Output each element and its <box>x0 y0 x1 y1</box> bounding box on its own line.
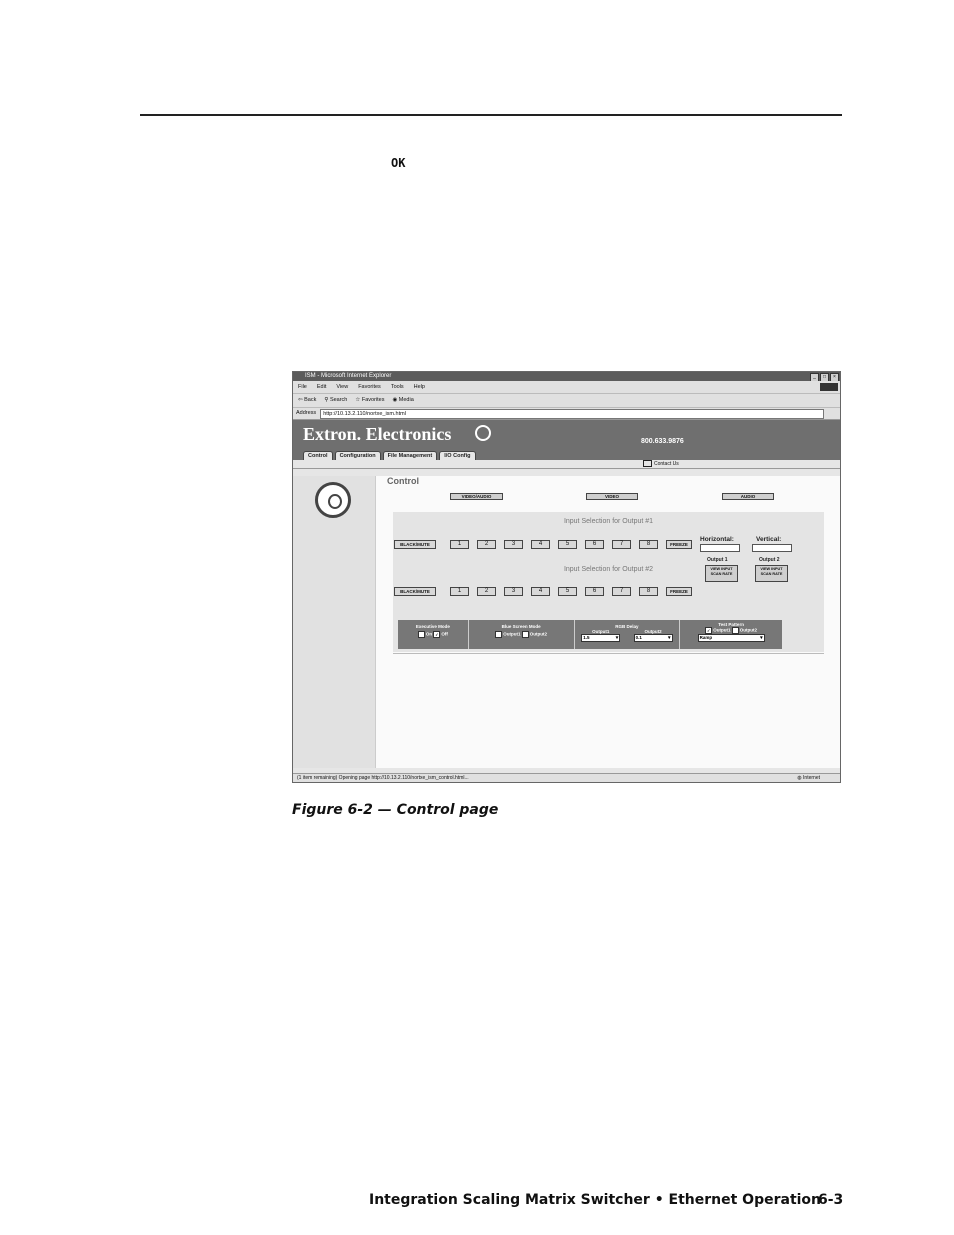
input-1-out2[interactable]: 1 <box>450 587 469 596</box>
tab-control[interactable]: Control <box>303 451 333 460</box>
pattern-out1-label: Output1 <box>713 627 731 633</box>
pattern-out2-label: Output2 <box>739 627 757 633</box>
input-5-out2[interactable]: 5 <box>558 587 577 596</box>
menu-favorites[interactable]: Favorites <box>358 381 381 393</box>
executive-mode-cell: Executive Mode On ✓ Off <box>398 620 469 649</box>
blackmute-button-2[interactable]: BLACK/MUTE <box>394 587 436 596</box>
audio-button[interactable]: AUDIO <box>722 493 774 500</box>
menu-file[interactable]: File <box>298 381 307 393</box>
tab-configuration[interactable]: Configuration <box>334 451 381 460</box>
envelope-icon <box>643 460 652 468</box>
blue-out2-label: Output2 <box>529 631 548 637</box>
vertical-field[interactable] <box>752 544 792 552</box>
freeze-button-2[interactable]: FREEZE <box>666 587 692 596</box>
site-header: Extron. Electronics 800.633.9876 Control… <box>293 420 840 460</box>
content-divider <box>393 653 824 654</box>
figure-caption: Figure 6-2 — Control page <box>292 802 499 818</box>
exec-on-label: On <box>425 631 433 637</box>
seal-logo-icon <box>315 482 351 518</box>
control-content: Control VIDEO/AUDIO VIDEO AUDIO Input Se… <box>376 476 840 768</box>
sub-bar: Contact Us <box>293 460 840 469</box>
page-number: 6-3 <box>818 1192 844 1208</box>
blue-out1-checkbox[interactable] <box>495 631 503 638</box>
input-2-out2[interactable]: 2 <box>477 587 496 596</box>
output1-label: Output 1 <box>707 557 728 563</box>
browser-titlebar: ISM - Microsoft Internet Explorer _ □ × <box>293 372 840 382</box>
output2-title: Input Selection for Output #2 <box>563 566 654 573</box>
test-pattern-select[interactable]: Ramp <box>697 634 765 642</box>
favorites-button[interactable]: ☆ Favorites <box>355 394 384 407</box>
browser-screenshot: ISM - Microsoft Internet Explorer _ □ × … <box>292 371 841 783</box>
back-button[interactable]: ⇦ Back <box>298 394 316 407</box>
horizontal-field[interactable] <box>700 544 740 552</box>
input-7-out2[interactable]: 7 <box>612 587 631 596</box>
address-bar: Address http://10.13.2.110/nortxe_ism.ht… <box>293 408 840 420</box>
status-bar: (1 item remaining) Opening page http://1… <box>293 773 840 782</box>
output1-title: Input Selection for Output #1 <box>563 518 654 525</box>
exec-off-label: Off <box>441 631 448 637</box>
vertical-label: Vertical: <box>756 536 782 543</box>
menu-bar: File Edit View Favorites Tools Help <box>293 381 840 394</box>
address-label: Address <box>296 410 317 416</box>
blue-screen-cell: Blue Screen Mode Output1 Output2 <box>469 620 575 649</box>
page-footer: Integration Scaling Matrix Switcher • Et… <box>369 1192 822 1208</box>
input-6-out2[interactable]: 6 <box>585 587 604 596</box>
tab-file-management[interactable]: File Management <box>382 451 438 460</box>
exec-on-checkbox[interactable] <box>417 631 425 638</box>
settings-grid: Executive Mode On ✓ Off Blue Screen Mode … <box>398 620 782 649</box>
rgb-delay-out1-select[interactable]: 1.5 <box>581 634 621 642</box>
input-5-out1[interactable]: 5 <box>558 540 577 549</box>
media-button[interactable]: ◉ Media <box>392 394 413 407</box>
status-text: (1 item remaining) Opening page http://1… <box>297 775 469 781</box>
menu-edit[interactable]: Edit <box>317 381 326 393</box>
input-2-out1[interactable]: 2 <box>477 540 496 549</box>
windows-logo-icon <box>820 383 838 391</box>
input-8-out2[interactable]: 8 <box>639 587 658 596</box>
phone-number: 800.633.9876 <box>641 438 684 445</box>
input-7-out1[interactable]: 7 <box>612 540 631 549</box>
blue-out2-checkbox[interactable] <box>521 631 529 638</box>
zone-label: ◍ Internet <box>797 775 820 781</box>
tab-io-config[interactable]: I/O Config <box>439 451 476 460</box>
input-6-out1[interactable]: 6 <box>585 540 604 549</box>
rgb-delay-cell: RGB Delay Output1 Output2 1.5 0.1 <box>575 620 681 649</box>
rgb-delay-out2-select[interactable]: 0.1 <box>633 634 673 642</box>
search-button[interactable]: ⚲ Search <box>324 394 347 407</box>
input-3-out2[interactable]: 3 <box>504 587 523 596</box>
menu-tools[interactable]: Tools <box>391 381 404 393</box>
freeze-button-1[interactable]: FREEZE <box>666 540 692 549</box>
window-title: ISM - Microsoft Internet Explorer <box>305 373 392 379</box>
contact-us-link[interactable]: Contact Us <box>643 460 679 468</box>
header-rule <box>140 114 842 116</box>
video-button[interactable]: VIDEO <box>586 493 638 500</box>
address-input[interactable]: http://10.13.2.110/nortxe_ism.html <box>320 409 825 419</box>
site-sidebar <box>293 476 376 768</box>
output2-label: Output 2 <box>759 557 780 563</box>
pattern-out2-checkbox[interactable] <box>731 627 739 634</box>
ok-label: OK <box>391 156 406 170</box>
blue-out1-label: Output1 <box>503 631 521 637</box>
exec-off-checkbox[interactable]: ✓ <box>433 631 441 638</box>
section-title: Control <box>387 476 419 486</box>
browser-toolbar: ⇦ Back ⚲ Search ☆ Favorites ◉ Media <box>293 394 840 408</box>
blackmute-button-1[interactable]: BLACK/MUTE <box>394 540 436 549</box>
input-3-out1[interactable]: 3 <box>504 540 523 549</box>
brand-logo-icon <box>475 425 491 441</box>
input-4-out2[interactable]: 4 <box>531 587 550 596</box>
test-pattern-cell: Test Pattern ✓ Output1 Output2 Ramp <box>680 620 782 649</box>
input-8-out1[interactable]: 8 <box>639 540 658 549</box>
input-4-out1[interactable]: 4 <box>531 540 550 549</box>
menu-view[interactable]: View <box>336 381 348 393</box>
site-tabs: Control Configuration File Management I/… <box>303 451 476 460</box>
video-audio-button[interactable]: VIDEO/AUDIO <box>450 493 503 500</box>
pattern-out1-checkbox[interactable]: ✓ <box>705 627 713 634</box>
brand-name: Extron. Electronics <box>303 424 452 444</box>
input-1-out1[interactable]: 1 <box>450 540 469 549</box>
menu-help[interactable]: Help <box>414 381 425 393</box>
horizontal-label: Horizontal: <box>700 536 734 543</box>
blue-screen-label: Blue Screen Mode <box>501 624 541 629</box>
executive-mode-label: Executive Mode <box>415 624 450 629</box>
